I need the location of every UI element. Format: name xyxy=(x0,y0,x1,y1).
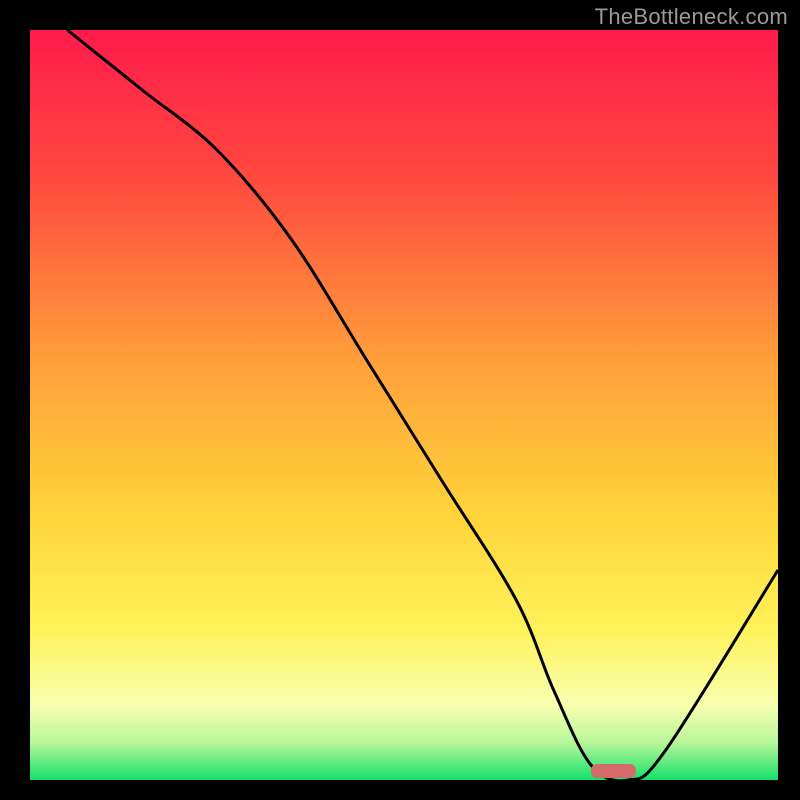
optimal-range-marker xyxy=(591,764,636,778)
watermark-text: TheBottleneck.com xyxy=(595,4,788,30)
bottleneck-chart xyxy=(0,0,800,800)
plot-background xyxy=(30,30,778,780)
chart-frame: TheBottleneck.com xyxy=(0,0,800,800)
